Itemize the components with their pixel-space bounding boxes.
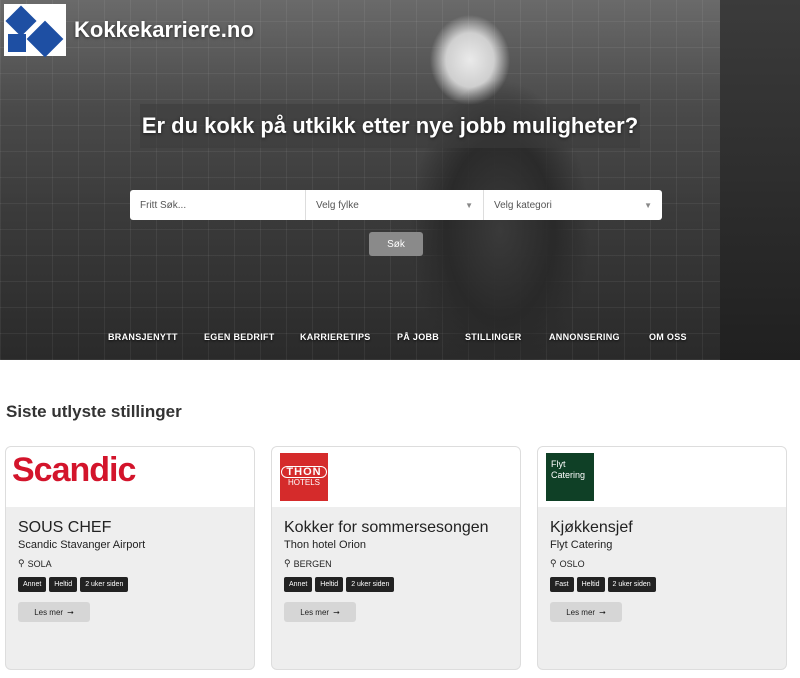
section-title: Siste utlyste stillinger — [6, 402, 182, 421]
company-logo-subtext: HOTELS — [287, 478, 320, 487]
arrow-right-icon: ➞ — [333, 607, 340, 617]
read-more-label: Les mer — [566, 607, 596, 617]
job-title[interactable]: Kokker for sommersesongen — [284, 519, 508, 537]
hero-side-panel — [720, 0, 800, 360]
arrow-right-icon: ➞ — [67, 607, 74, 617]
chevron-down-icon: ▼ — [644, 200, 652, 210]
company-name: Scandic Stavanger Airport — [18, 539, 146, 551]
nav-item-pa-jobb[interactable]: PÅ JOBB — [397, 332, 439, 342]
job-card-logo-area: THON HOTELS — [272, 447, 520, 507]
job-tag: 2 uker siden — [607, 577, 656, 592]
job-tags: Annet Heltid 2 uker siden — [18, 577, 242, 592]
company-logo: Flyt Catering — [546, 453, 594, 501]
job-tag: Heltid — [315, 577, 344, 592]
job-tag: Heltid — [576, 577, 605, 592]
company-name: Thon hotel Orion — [284, 539, 366, 551]
company-logo: Scandic — [12, 451, 136, 489]
read-more-button[interactable]: Les mer ➞ — [550, 602, 622, 622]
company-logo-subtext: Catering — [551, 470, 586, 480]
job-tag: Annet — [18, 577, 47, 592]
job-tag: 2 uker siden — [346, 577, 395, 592]
brand-name: Kokkekarriere.no — [74, 17, 254, 42]
company-logo-text: THON — [281, 466, 327, 478]
company-logo: THON HOTELS — [280, 453, 328, 501]
job-tag: Heltid — [49, 577, 78, 592]
job-card[interactable]: THON HOTELS Kokker for sommersesongen Th… — [271, 446, 521, 670]
company-logo-text: Flyt — [551, 459, 566, 469]
job-location: ⚲ OSLO — [550, 558, 774, 569]
read-more-button[interactable]: Les mer ➞ — [18, 602, 90, 622]
category-select[interactable]: Velg kategori ▼ — [484, 190, 662, 220]
location-text: BERGEN — [293, 558, 332, 569]
chevron-down-icon: ▼ — [465, 200, 473, 210]
location-pin-icon: ⚲ — [18, 558, 25, 568]
free-search-input[interactable]: Fritt Søk... — [130, 190, 306, 220]
job-location: ⚲ SOLA — [18, 558, 242, 569]
location-text: OSLO — [559, 558, 585, 569]
nav-item-om-oss[interactable]: OM OSS — [649, 332, 687, 342]
county-select[interactable]: Velg fylke ▼ — [306, 190, 484, 220]
nav-item-annonsering[interactable]: ANNONSERING — [549, 332, 620, 342]
read-more-label: Les mer — [300, 607, 330, 617]
job-tag: Annet — [284, 577, 313, 592]
category-select-label: Velg kategori — [494, 199, 552, 211]
job-card-logo-area: Flyt Catering — [538, 447, 786, 507]
location-pin-icon: ⚲ — [284, 558, 291, 568]
free-search-placeholder: Fritt Søk... — [140, 199, 187, 211]
nav-item-stillinger[interactable]: STILLINGER — [465, 332, 522, 342]
nav-item-egen-bedrift[interactable]: EGEN BEDRIFT — [204, 332, 275, 342]
job-title[interactable]: Kjøkkensjef — [550, 519, 774, 537]
location-text: SOLA — [27, 558, 52, 569]
logo-mark-icon — [4, 4, 66, 58]
search-bar: Fritt Søk... Velg fylke ▼ Velg kategori … — [130, 190, 662, 220]
job-location: ⚲ BERGEN — [284, 558, 508, 569]
job-title[interactable]: SOUS CHEF — [18, 519, 242, 537]
read-more-button[interactable]: Les mer ➞ — [284, 602, 356, 622]
job-tag: Fast — [550, 577, 574, 592]
job-tag: 2 uker siden — [80, 577, 129, 592]
job-card[interactable]: Scandic SOUS CHEF Scandic Stavanger Airp… — [5, 446, 255, 670]
job-tags: Annet Heltid 2 uker siden — [284, 577, 508, 592]
job-card[interactable]: Flyt Catering Kjøkkensjef Flyt Catering … — [537, 446, 787, 670]
read-more-label: Les mer — [34, 607, 64, 617]
site-logo[interactable]: Kokkekarriere.no — [4, 4, 254, 58]
county-select-label: Velg fylke — [316, 199, 359, 211]
job-tags: Fast Heltid 2 uker siden — [550, 577, 774, 592]
hero-headline: Er du kokk på utkikk etter nye jobb muli… — [140, 104, 640, 148]
job-card-logo-area: Scandic — [6, 447, 254, 507]
main-nav: BRANSJENYTT EGEN BEDRIFT KARRIERETIPS PÅ… — [0, 326, 720, 350]
hero-banner: Kokkekarriere.no Er du kokk på utkikk et… — [0, 0, 720, 360]
nav-item-karrieretips[interactable]: KARRIERETIPS — [300, 332, 371, 342]
search-button[interactable]: Søk — [369, 232, 423, 256]
nav-item-bransjenytt[interactable]: BRANSJENYTT — [108, 332, 178, 342]
arrow-right-icon: ➞ — [599, 607, 606, 617]
company-name: Flyt Catering — [550, 539, 613, 551]
location-pin-icon: ⚲ — [550, 558, 557, 568]
